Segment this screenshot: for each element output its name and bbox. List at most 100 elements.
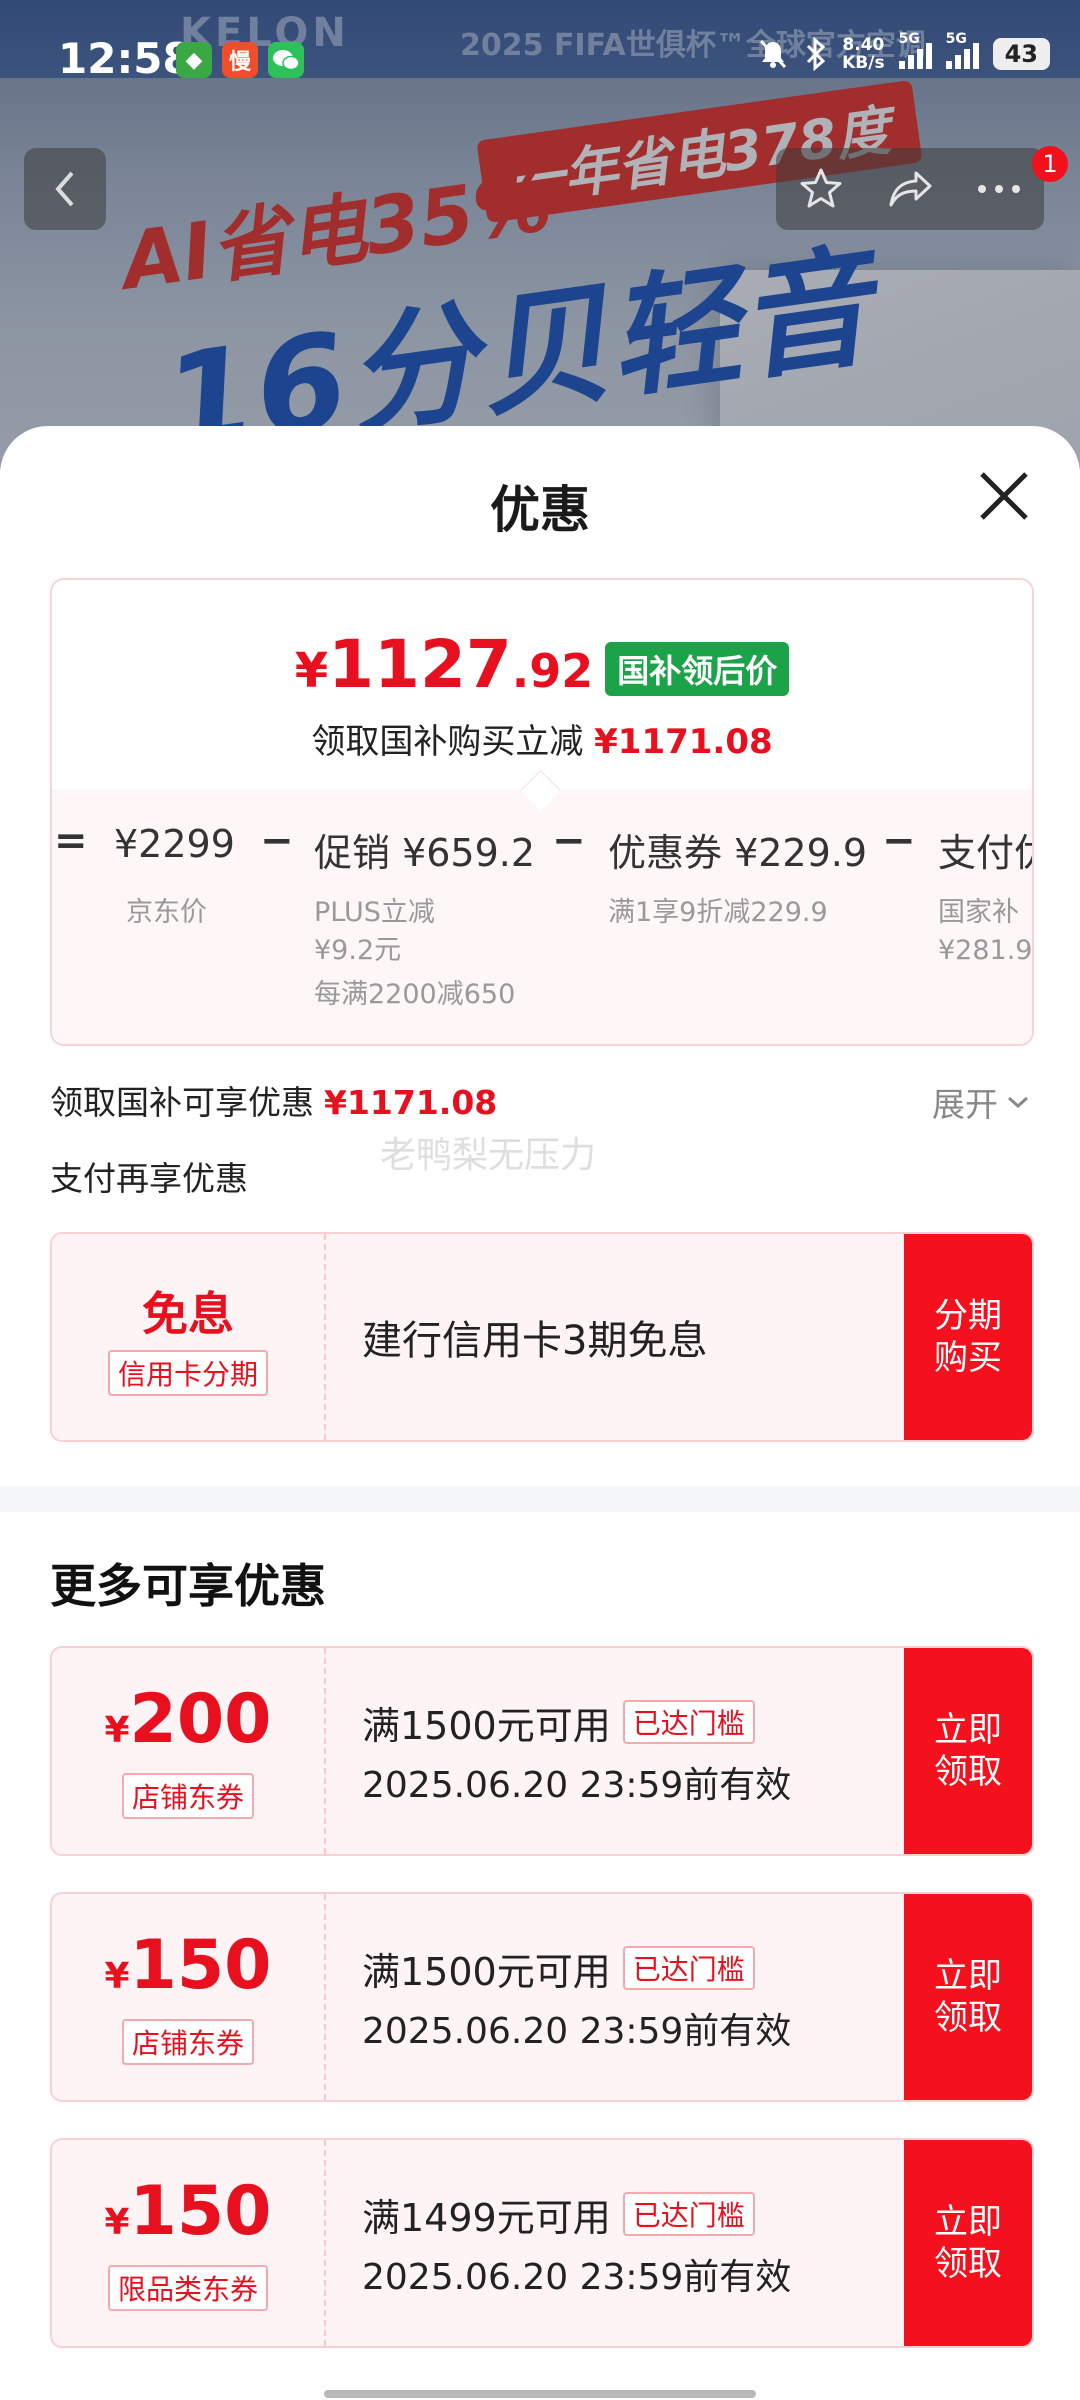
coupon-card: ¥200 店铺东券 满1500元可用 已达门槛 2025.06.20 23:59… [50,1646,1034,1856]
coupon-type-tag: 限品类东券 [107,2264,268,2311]
signal-bars-1: 5G [898,31,932,69]
coupon-value: ¥150 限品类东券 [52,2140,324,2346]
back-button[interactable] [24,148,106,230]
coupon-condition: 满1500元可用 [362,1703,611,1748]
battery-level: 43 [992,38,1050,70]
coupon-validity: 2025.06.20 23:59前有效 [362,2256,792,2298]
coupon-amount: ¥150 [104,1929,271,2013]
price-integer: 1127 [328,626,512,703]
installment-card: 免息 信用卡分期 建行信用卡3期免息 分期购买 [50,1232,1034,1442]
subsidy-summary: 领取国补可享优惠 ¥1171.08 [50,1076,497,1124]
signal-bars-2: 5G [945,31,979,69]
price-decimal: .92 [511,644,594,698]
coupon-currency: ¥ [104,1955,130,1997]
installment-tag: 信用卡分期 [107,1350,268,1396]
installment-left: 免息 信用卡分期 [52,1234,324,1440]
promo-detail-threshold: 每满2200减650 [314,979,516,1010]
installment-desc: 建行信用卡3期免息 [362,1318,708,1364]
close-icon [980,472,1028,520]
discount-sheet: 优惠 ¥1127.92 国补领后价 领取国补购买立减 ¥1171.08 = ¥2… [0,426,1080,2400]
coupon-type-tag: 店铺东券 [121,2018,254,2065]
coupon-amount-value: 200 [129,1679,272,1759]
pay-discount: 支付优 [938,831,1032,875]
price-breakdown-card: ¥1127.92 国补领后价 领取国补购买立减 ¥1171.08 = ¥2299… [50,578,1034,1046]
claim-coupon-button[interactable]: 立即领取 [904,1894,1032,2100]
coupon-info: 满1500元可用 已达门槛 2025.06.20 23:59前有效 [362,1894,922,2100]
minus-sign-2: − [552,818,586,864]
coupon-amount: ¥200 [104,1683,271,1767]
coupon-value: ¥200 店铺东券 [52,1648,324,1854]
subsidy-price-badge: 国补领后价 [605,642,790,696]
expand-button[interactable]: 展开 [932,1078,1030,1126]
status-bar: 12:58 ◆ 慢 8.40 KB/s 5G 5G 43 [0,0,1080,120]
claim-coupon-button[interactable]: 立即领取 [904,1648,1032,1854]
more-dots-icon [978,185,1021,193]
network-speed-unit: KB/s [842,53,885,73]
coupon-currency: ¥ [104,1709,130,1751]
threshold-reached-badge: 已达门槛 [622,2192,755,2236]
coupon-info: 满1500元可用 已达门槛 2025.06.20 23:59前有效 [362,1648,922,1854]
card-divider [324,1894,326,2100]
final-price-row: ¥1127.92 国补领后价 [52,630,1032,706]
coupon-condition-row: 满1499元可用 已达门槛 [362,2187,922,2242]
sheet-title: 优惠 [490,481,590,539]
wechat-icon [268,42,304,78]
pay-discount-detail-1: 国家补 [938,897,1019,928]
coupon-condition-row: 满1500元可用 已达门槛 [362,1941,922,1996]
pay-discount-detail-2: ¥281.9 [938,935,1032,966]
installment-info: 建行信用卡3期免息 [362,1234,922,1440]
share-icon [889,171,932,207]
subsidy-saving-line: 领取国补购买立减 ¥1171.08 [52,714,1032,763]
favorite-button[interactable] [781,148,861,230]
app-icon-reading: 慢 [222,42,258,78]
coupon-type-tag: 店铺东券 [121,1772,254,1819]
currency-symbol: ¥ [294,643,329,699]
coupon-discount-detail: 满1享9折减229.9 [608,897,828,928]
installment-buy-button[interactable]: 分期购买 [904,1234,1032,1440]
card-divider [324,2140,326,2346]
coupon-validity: 2025.06.20 23:59前有效 [362,1764,792,1806]
more-options-button[interactable] [959,148,1039,230]
notification-app-icons: ◆ 慢 [176,42,304,78]
status-indicators: 8.40 KB/s 5G 5G 43 [756,31,1050,73]
chevron-left-icon [55,171,74,207]
promo-detail-amount: ¥9.2元 [314,935,402,966]
threshold-reached-badge: 已达门槛 [622,1700,755,1744]
signal-type-2: 5G [945,31,967,47]
threshold-reached-badge: 已达门槛 [622,1946,755,1990]
share-button[interactable] [870,148,950,230]
bluetooth-icon [807,37,826,71]
coupon-amount-value: 150 [129,1925,272,2005]
promo-detail-plus: PLUS立减 [314,897,435,928]
coupon-currency: ¥ [104,2201,130,2243]
coupon-card: ¥150 限品类东券 满1499元可用 已达门槛 2025.06.20 23:5… [50,2138,1034,2348]
coupon-condition: 满1499元可用 [362,2195,611,2240]
final-price-section: ¥1127.92 国补领后价 领取国补购买立减 ¥1171.08 [52,580,1032,790]
installment-title: 免息 [142,1287,234,1341]
watermark: 老鸭梨无压力 [380,1135,597,1176]
coupon-amount-value: 150 [129,2171,272,2251]
app-icon-game: ◆ [176,42,212,78]
chevron-down-icon [1008,1096,1028,1109]
pay-more-label: 支付再享优惠 [50,1159,248,1198]
section-divider [0,1486,1080,1512]
claim-coupon-button[interactable]: 立即领取 [904,2140,1032,2346]
more-offers-title: 更多可享优惠 [50,1559,326,1613]
coupon-condition-row: 满1500元可用 已达门槛 [362,1695,922,1750]
price-calculation[interactable]: = ¥2299 京东价 − 促销 ¥659.2 PLUS立减 ¥9.2元 每满2… [52,790,1032,1044]
coupon-card: ¥150 店铺东券 满1500元可用 已达门槛 2025.06.20 23:59… [50,1892,1034,2102]
expand-label: 展开 [932,1085,998,1124]
final-price: ¥1127.92 [295,630,594,706]
close-button[interactable] [972,464,1036,528]
coupon-condition: 满1500元可用 [362,1949,611,1994]
promo-discount: 促销 ¥659.2 [314,831,536,875]
mute-bell-icon [760,39,787,69]
subsidy-saving-text: 领取国补购买立减 [311,722,584,762]
minus-sign-3: − [882,818,916,864]
coupon-info: 满1499元可用 已达门槛 2025.06.20 23:59前有效 [362,2140,922,2346]
home-indicator[interactable] [324,2390,756,2398]
base-price: ¥2299 [114,822,235,866]
equals-sign: = [54,818,88,864]
network-speed-value: 8.40 [842,35,885,55]
star-icon [800,168,842,208]
